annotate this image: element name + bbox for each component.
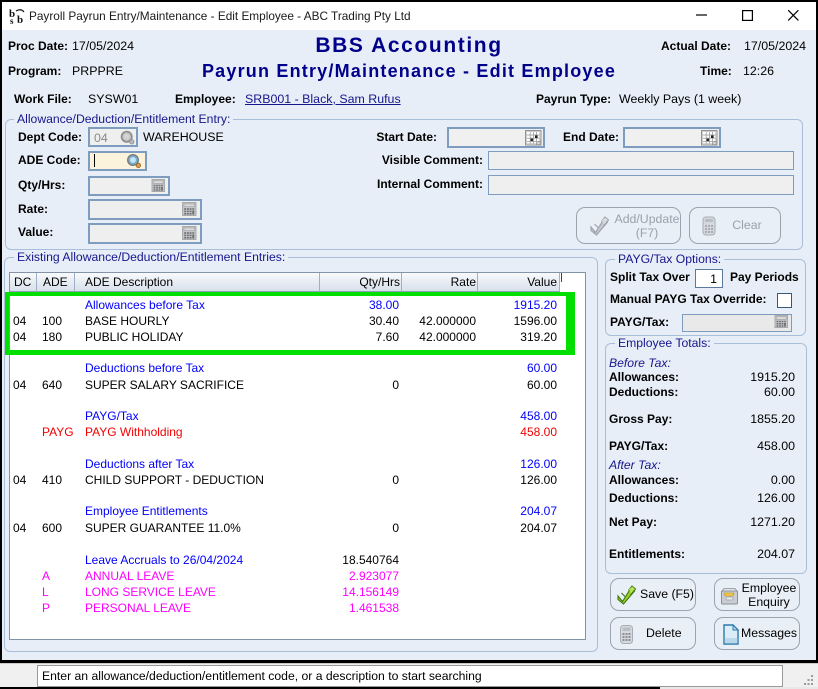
svg-text:b: b	[17, 14, 23, 25]
svg-text:s: s	[10, 16, 14, 25]
